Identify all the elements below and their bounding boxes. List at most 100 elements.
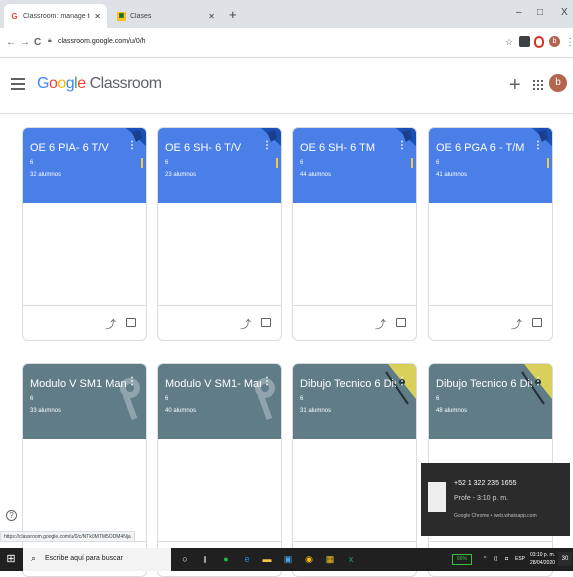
class-banner[interactable]: OE 6 SH- 6 T/V 6 23 alumnos ⋮ xyxy=(158,128,281,203)
class-banner[interactable]: OE 6 PIA- 6 T/V 6 32 alumnos ⋮ xyxy=(23,128,146,203)
class-card[interactable]: OE 6 PIA- 6 T/V 6 32 alumnos ⋮ ⤴ xyxy=(22,127,147,341)
class-student-count: 41 alumnos xyxy=(436,172,468,178)
windows-start-icon[interactable]: ⊞ xyxy=(4,552,18,566)
excel-icon[interactable]: x xyxy=(344,552,358,566)
browser-menu-icon[interactable]: ⋮ xyxy=(565,37,573,48)
tab-label: Clases xyxy=(130,12,152,20)
back-button[interactable]: ← xyxy=(6,37,16,48)
class-options-icon[interactable]: ⋮ xyxy=(533,376,543,387)
class-card[interactable]: OE 6 PGA 6 - T/M 6 41 alumnos ⋮ ⤴ xyxy=(428,127,553,341)
google-classroom-logo[interactable]: Google Classroom xyxy=(37,75,162,93)
class-student-count: 40 alumnos xyxy=(165,408,197,414)
class-options-icon[interactable]: ⋮ xyxy=(397,140,407,151)
class-student-count: 32 alumnos xyxy=(30,172,62,178)
store-icon[interactable]: ▣ xyxy=(281,552,295,566)
network-icon[interactable]: (( xyxy=(494,556,497,562)
taskbar-search-box[interactable]: ⌕ Escribe aquí para buscar xyxy=(23,548,171,571)
extension-icon[interactable] xyxy=(519,36,530,47)
class-name[interactable]: OE 6 PGA 6 - T/M xyxy=(436,142,532,154)
spotify-icon[interactable]: ● xyxy=(219,552,233,566)
forward-button[interactable]: → xyxy=(20,37,30,48)
class-options-icon[interactable]: ⋮ xyxy=(533,140,543,151)
class-section: 6 xyxy=(30,396,34,402)
class-card[interactable]: OE 6 SH- 6 TM 6 44 alumnos ⋮ ⤴ xyxy=(292,127,417,341)
class-name[interactable]: OE 6 PIA- 6 T/V xyxy=(30,142,126,154)
taskbar-clock[interactable]: 03:10 p. m. 28/04/2020 xyxy=(530,551,555,567)
search-icon: ⌕ xyxy=(31,553,37,563)
file-explorer-icon[interactable]: ▬ xyxy=(260,552,274,566)
classroom-app-icon[interactable]: ▦ xyxy=(323,552,337,566)
folder-icon[interactable] xyxy=(261,318,271,327)
add-class-button[interactable]: + xyxy=(509,74,521,97)
class-name[interactable]: Modulo V SM1- Mantt... xyxy=(165,378,261,390)
class-card-footer: ⤴ xyxy=(429,305,552,340)
class-card[interactable]: Modulo V SM1- Mantt...640 alumnos⋮⤴ xyxy=(157,363,282,577)
class-section: 6 xyxy=(300,396,304,402)
class-options-icon[interactable]: ⋮ xyxy=(127,376,137,387)
class-name[interactable]: OE 6 SH- 6 TM xyxy=(300,142,396,154)
folder-icon[interactable] xyxy=(126,318,136,327)
timeline-icon[interactable]: ⫾ xyxy=(198,552,212,566)
chrome-icon[interactable]: ◉ xyxy=(302,552,316,566)
url-field[interactable]: classroom.google.com/u/0/h xyxy=(58,38,146,45)
class-banner[interactable]: OE 6 PGA 6 - T/M 6 41 alumnos ⋮ xyxy=(429,128,552,203)
bookmark-star-icon[interactable]: ☆ xyxy=(505,37,513,48)
minimize-button[interactable]: – xyxy=(516,7,522,18)
notification-title: +52 1 322 235 1655 xyxy=(454,480,517,487)
class-section: 6 xyxy=(436,160,440,166)
battery-indicator[interactable]: 66% xyxy=(452,554,472,565)
class-name[interactable]: OE 6 SH- 6 T/V xyxy=(165,142,261,154)
class-card[interactable]: OE 6 SH- 6 T/V 6 23 alumnos ⋮ ⤴ xyxy=(157,127,282,341)
tab-clases[interactable]: ▣ Clases ✕ xyxy=(111,4,221,28)
classroom-header: Google Classroom + b xyxy=(0,58,573,114)
hamburger-menu-icon[interactable] xyxy=(11,78,25,90)
whatsapp-notification[interactable]: +52 1 322 235 1655 Profe - 3:10 p. m. Go… xyxy=(421,463,570,536)
class-section: 6 xyxy=(165,160,169,166)
task-view-icon[interactable]: ○ xyxy=(178,552,192,566)
class-card-footer: ⤴ xyxy=(23,305,146,340)
class-banner[interactable]: Modulo V SM1 Mantto... 6 33 alumnos ⋮ xyxy=(23,364,146,439)
notification-message: Profe - 3:10 p. m. xyxy=(454,495,509,502)
class-name[interactable]: Dibujo Tecnico 6 Dise... xyxy=(300,378,396,390)
tab-classroom[interactable]: G Classroom: manage teaching and ✕ xyxy=(4,4,107,28)
apps-grid-icon[interactable] xyxy=(533,80,543,90)
gradebook-icon[interactable]: ⤴ xyxy=(105,316,116,332)
gradebook-icon[interactable]: ⤴ xyxy=(240,316,251,332)
class-banner[interactable]: Modulo V SM1- Mantt... 6 40 alumnos ⋮ xyxy=(158,364,281,439)
class-options-icon[interactable]: ⋮ xyxy=(127,140,137,151)
class-banner[interactable]: Dibujo Tecnico 6 Dise... 6 48 alumnos ⋮ xyxy=(429,364,552,439)
account-avatar[interactable]: b xyxy=(549,74,567,92)
close-tab-icon[interactable]: ✕ xyxy=(94,12,101,21)
adblock-icon[interactable] xyxy=(534,36,544,48)
class-card[interactable]: Dibujo Tecnico 6 Dise...631 alumnos⋮⤴ xyxy=(292,363,417,577)
class-options-icon[interactable]: ⋮ xyxy=(262,140,272,151)
gradebook-icon[interactable]: ⤴ xyxy=(375,316,386,332)
class-banner[interactable]: Dibujo Tecnico 6 Dise... 6 31 alumnos ⋮ xyxy=(293,364,416,439)
maximize-button[interactable]: □ xyxy=(537,7,543,18)
edge-icon[interactable]: e xyxy=(240,552,254,566)
notification-center-icon[interactable]: 30 xyxy=(558,552,572,566)
close-window-button[interactable]: X xyxy=(561,7,568,18)
folder-icon[interactable] xyxy=(532,318,542,327)
new-tab-button[interactable]: + xyxy=(229,7,237,22)
class-banner[interactable]: OE 6 SH- 6 TM 6 44 alumnos ⋮ xyxy=(293,128,416,203)
class-section: 6 xyxy=(436,396,440,402)
class-options-icon[interactable]: ⋮ xyxy=(397,376,407,387)
tray-chevron-icon[interactable]: ^ xyxy=(484,556,486,562)
reload-button[interactable]: C xyxy=(34,37,41,48)
class-name[interactable]: Dibujo Tecnico 6 Dise... xyxy=(436,378,532,390)
clock-date: 28/04/2020 xyxy=(530,560,556,566)
volume-icon[interactable]: ◘ xyxy=(505,556,508,562)
folder-icon[interactable] xyxy=(396,318,406,327)
language-indicator[interactable]: ESP xyxy=(515,556,525,562)
class-options-icon[interactable]: ⋮ xyxy=(262,376,272,387)
class-name[interactable]: Modulo V SM1 Mantto... xyxy=(30,378,126,390)
close-tab-icon[interactable]: ✕ xyxy=(208,12,215,21)
gradebook-icon[interactable]: ⤴ xyxy=(511,316,522,332)
lock-icon[interactable]: 🔒︎ xyxy=(48,37,52,45)
help-icon[interactable]: ? xyxy=(6,510,17,521)
class-student-count: 44 alumnos xyxy=(300,172,332,178)
profile-avatar-icon[interactable]: b xyxy=(549,36,560,47)
windows-taskbar: ⊞ ⌕ Escribe aquí para buscar ○ ⫾ ● e ▬ ▣… xyxy=(0,548,573,571)
class-card[interactable]: Modulo V SM1 Mantto...633 alumnos⋮⤴ xyxy=(22,363,147,577)
